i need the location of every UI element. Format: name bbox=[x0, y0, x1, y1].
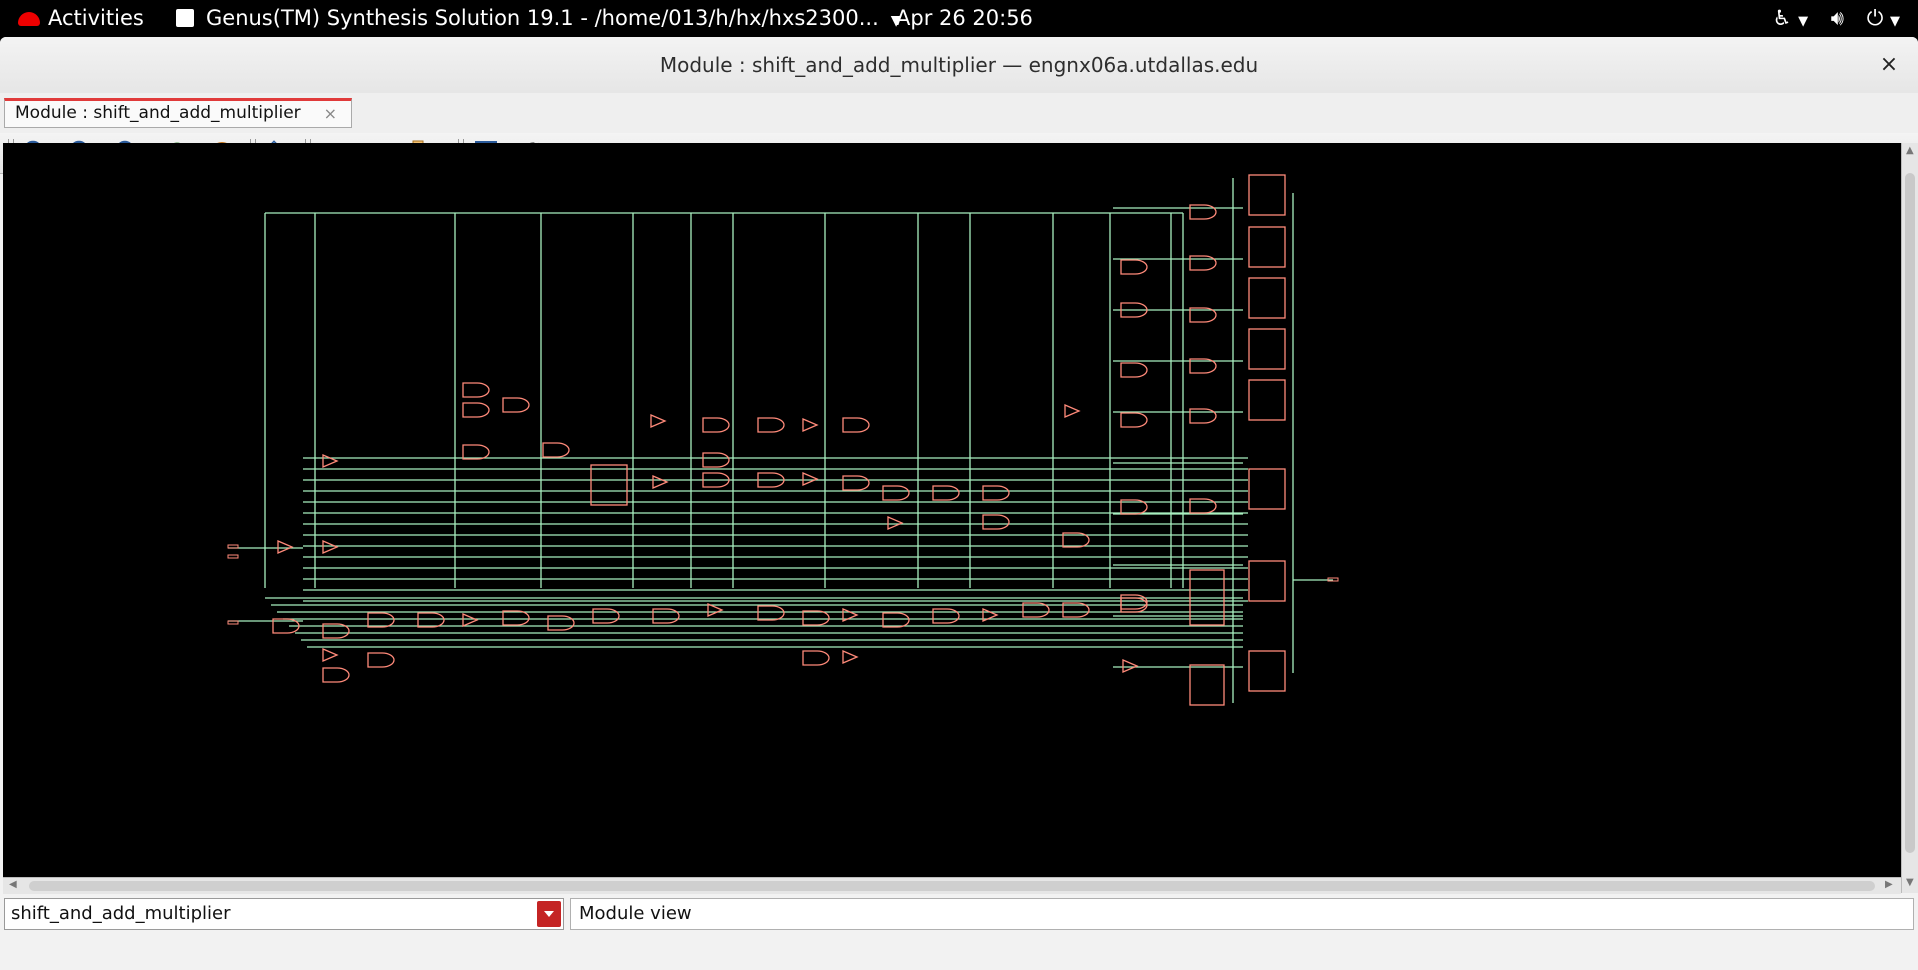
schematic-diagram[interactable] bbox=[3, 143, 1901, 877]
inverter[interactable] bbox=[462, 613, 479, 627]
accessibility-icon[interactable]: ♿︎ ▼ bbox=[1773, 0, 1809, 40]
logic-gate[interactable] bbox=[367, 652, 395, 668]
inverter[interactable] bbox=[322, 454, 339, 468]
tab-close-icon[interactable]: × bbox=[324, 101, 337, 126]
inverter[interactable] bbox=[650, 414, 667, 428]
logic-gate[interactable] bbox=[502, 397, 530, 413]
tab-module[interactable]: Module : shift_and_add_multiplier × bbox=[4, 98, 352, 128]
chevron-down-icon[interactable] bbox=[537, 901, 561, 927]
logic-gate[interactable] bbox=[882, 485, 910, 501]
input-pin[interactable] bbox=[227, 554, 239, 559]
flip-flop[interactable] bbox=[1248, 328, 1286, 370]
logic-gate[interactable] bbox=[802, 650, 830, 666]
logic-gate[interactable] bbox=[702, 452, 730, 468]
logic-gate[interactable] bbox=[932, 485, 960, 501]
flip-flop[interactable] bbox=[1248, 650, 1286, 692]
logic-gate[interactable] bbox=[417, 612, 445, 628]
app-menu[interactable]: Genus(TM) Synthesis Solution 19.1 - /hom… bbox=[176, 0, 902, 37]
logic-gate[interactable] bbox=[652, 608, 680, 624]
logic-gate[interactable] bbox=[502, 610, 530, 626]
vertical-scroll-thumb[interactable] bbox=[1905, 173, 1915, 853]
flip-flop[interactable] bbox=[590, 464, 628, 506]
logic-gate[interactable] bbox=[1120, 594, 1148, 610]
logic-gate[interactable] bbox=[757, 605, 785, 621]
clock[interactable]: Apr 26 20:56 bbox=[896, 0, 1033, 37]
logic-gate[interactable] bbox=[1189, 255, 1217, 271]
logic-gate[interactable] bbox=[462, 382, 490, 398]
logic-gate[interactable] bbox=[592, 608, 620, 624]
scroll-left-icon[interactable]: ◀ bbox=[9, 879, 17, 890]
inverter[interactable] bbox=[277, 540, 294, 554]
power-icon[interactable]: ⏻ ▼ bbox=[1867, 0, 1900, 40]
logic-gate[interactable] bbox=[1189, 498, 1217, 514]
close-window-button[interactable]: × bbox=[1874, 50, 1904, 80]
view-label: Module view bbox=[570, 898, 1914, 930]
logic-gate[interactable] bbox=[1189, 408, 1217, 424]
logic-gate[interactable] bbox=[322, 667, 350, 683]
activities-label: Activities bbox=[48, 6, 144, 30]
logic-gate[interactable] bbox=[702, 417, 730, 433]
redhat-logo-icon bbox=[18, 12, 40, 26]
logic-gate[interactable] bbox=[982, 485, 1010, 501]
tab-label: Module : shift_and_add_multiplier bbox=[15, 103, 301, 123]
window-title: Module : shift_and_add_multiplier — engn… bbox=[659, 53, 1259, 77]
volume-icon[interactable]: 🔊︎ bbox=[1831, 0, 1844, 37]
app-menu-label: Genus(TM) Synthesis Solution 19.1 - /hom… bbox=[206, 6, 879, 30]
inverter[interactable] bbox=[802, 418, 819, 432]
logic-gate[interactable] bbox=[932, 608, 960, 624]
horizontal-scrollbar[interactable]: ◀ ▶ bbox=[3, 877, 1901, 894]
module-selector[interactable]: shift_and_add_multiplier bbox=[4, 898, 564, 930]
logic-gate[interactable] bbox=[542, 442, 570, 458]
activities-button[interactable]: Activities bbox=[18, 0, 144, 37]
inverter[interactable] bbox=[887, 516, 904, 530]
inverter[interactable] bbox=[842, 650, 859, 664]
logic-gate[interactable] bbox=[882, 612, 910, 628]
logic-gate[interactable] bbox=[1120, 412, 1148, 428]
logic-gate[interactable] bbox=[842, 417, 870, 433]
logic-gate[interactable] bbox=[1120, 259, 1148, 275]
scroll-down-icon[interactable]: ▼ bbox=[1906, 877, 1914, 888]
inverter[interactable] bbox=[652, 475, 669, 489]
logic-gate[interactable] bbox=[802, 610, 830, 626]
flip-flop[interactable] bbox=[1248, 174, 1286, 216]
system-top-bar: Activities Genus(TM) Synthesis Solution … bbox=[0, 0, 1918, 37]
window-titlebar[interactable]: Module : shift_and_add_multiplier — engn… bbox=[0, 37, 1918, 94]
logic-gate[interactable] bbox=[367, 612, 395, 628]
status-bar: shift_and_add_multiplier Module view bbox=[0, 894, 1918, 933]
app-icon bbox=[176, 9, 194, 27]
system-tray[interactable]: ♿︎ ▼ 🔊︎ ⏻ ▼ bbox=[1757, 0, 1900, 37]
inverter[interactable] bbox=[1122, 659, 1139, 673]
scroll-right-icon[interactable]: ▶ bbox=[1885, 879, 1893, 890]
module-selector-value: shift_and_add_multiplier bbox=[11, 903, 231, 924]
flip-flop[interactable] bbox=[1189, 664, 1225, 706]
flip-flop[interactable] bbox=[1248, 277, 1286, 319]
vertical-scrollbar[interactable]: ▲ ▼ bbox=[1901, 143, 1918, 893]
logic-gate[interactable] bbox=[462, 402, 490, 418]
logic-gate[interactable] bbox=[982, 514, 1010, 530]
input-pin[interactable] bbox=[227, 544, 239, 549]
logic-gate[interactable] bbox=[757, 417, 785, 433]
schematic-canvas[interactable] bbox=[3, 143, 1901, 877]
inverter[interactable] bbox=[707, 603, 724, 617]
flip-flop[interactable] bbox=[1248, 226, 1286, 268]
inverter[interactable] bbox=[1064, 404, 1081, 418]
inverter[interactable] bbox=[802, 472, 819, 486]
logic-gate[interactable] bbox=[547, 615, 575, 631]
flip-flop[interactable] bbox=[1248, 379, 1286, 421]
logic-gate[interactable] bbox=[1120, 362, 1148, 378]
horizontal-scroll-thumb[interactable] bbox=[29, 881, 1875, 891]
logic-gate[interactable] bbox=[462, 444, 490, 460]
flip-flop[interactable] bbox=[1248, 560, 1286, 602]
inverter[interactable] bbox=[322, 540, 339, 554]
scroll-up-icon[interactable]: ▲ bbox=[1906, 145, 1914, 156]
flip-flop[interactable] bbox=[1248, 468, 1286, 510]
tab-bar: Module : shift_and_add_multiplier × bbox=[0, 93, 1918, 133]
logic-gate[interactable] bbox=[1189, 204, 1217, 220]
logic-gate[interactable] bbox=[842, 475, 870, 491]
inverter[interactable] bbox=[322, 648, 339, 662]
input-pin[interactable] bbox=[227, 620, 239, 625]
